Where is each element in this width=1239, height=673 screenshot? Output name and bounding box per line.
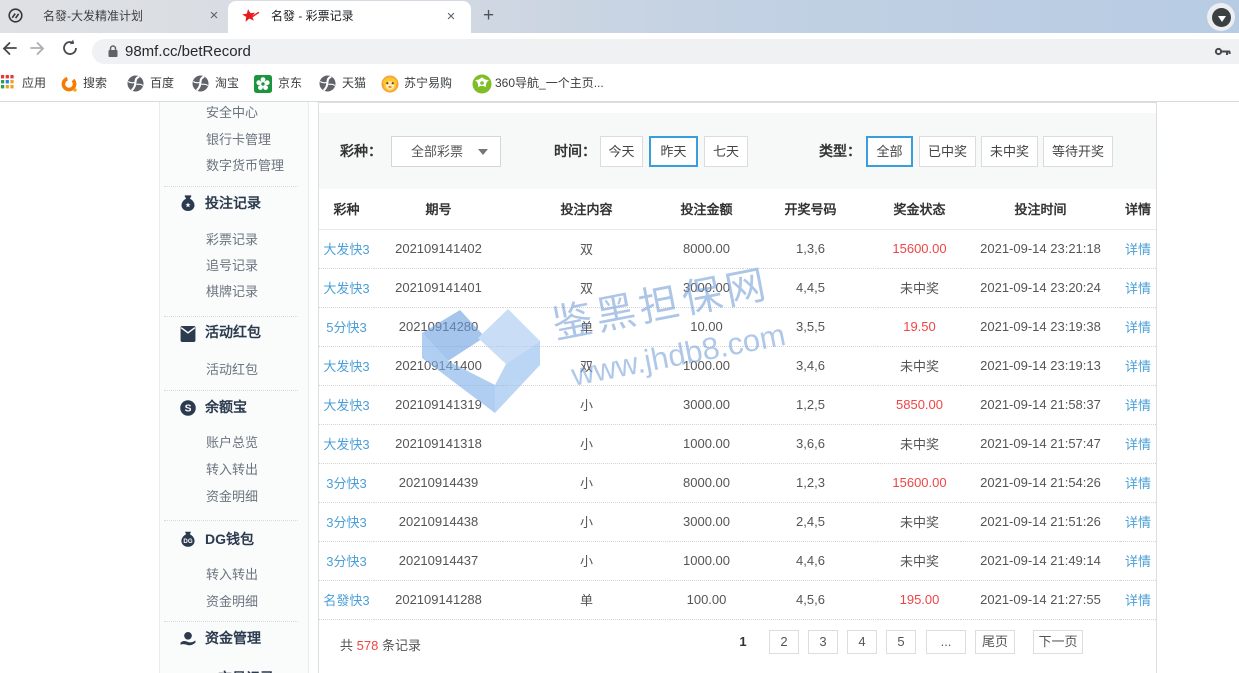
svg-text:S: S (185, 404, 192, 415)
svg-text:DG: DG (183, 538, 192, 545)
